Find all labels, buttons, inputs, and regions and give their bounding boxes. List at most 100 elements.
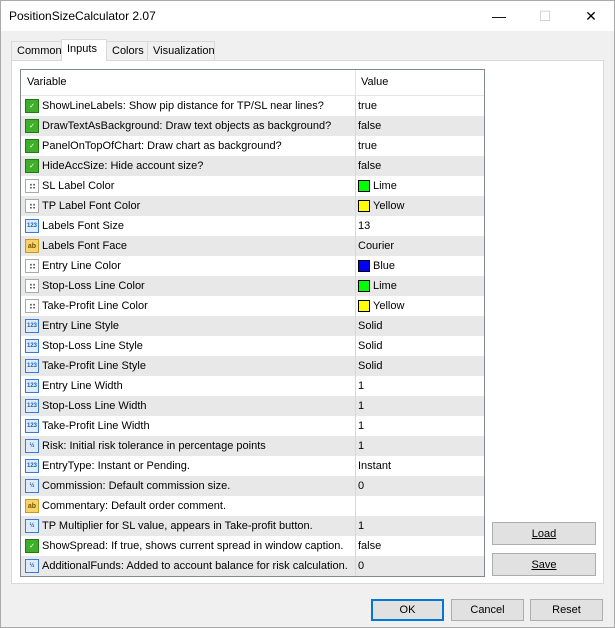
grid-row[interactable]: 123 Take-Profit Line Style Solid <box>21 356 484 376</box>
grid-rows: ✓ ShowLineLabels: Show pip distance for T… <box>21 96 484 576</box>
value-text: Solid <box>358 360 383 372</box>
variable-cell: ✓ ShowSpread: If true, shows current spre… <box>25 536 351 556</box>
cell-divider <box>355 256 356 276</box>
variable-name: Stop-Loss Line Color <box>42 280 145 292</box>
double-icon: ½ <box>25 439 39 453</box>
close-icon: ✕ <box>585 7 597 24</box>
variable-name: PanelOnTopOfChart: Draw chart as backgro… <box>42 140 282 152</box>
grid-row[interactable]: ½ AdditionalFunds: Added to account balan… <box>21 556 484 576</box>
close-button[interactable]: ✕ <box>568 1 614 31</box>
grid-row[interactable]: 123 Labels Font Size 13 <box>21 216 484 236</box>
value-cell[interactable]: 0 <box>358 476 478 496</box>
value-text: true <box>358 140 377 152</box>
cell-divider <box>355 476 356 496</box>
grid-row[interactable]: ✓ HideAccSize: Hide account size? false <box>21 156 484 176</box>
value-cell[interactable]: 1 <box>358 376 478 396</box>
ok-button[interactable]: OK <box>371 599 444 621</box>
variable-name: Labels Font Size <box>42 220 124 232</box>
variable-cell: ∷ SL Label Color <box>25 176 351 196</box>
value-cell[interactable]: true <box>358 96 478 116</box>
column-header-value[interactable]: Value <box>361 76 388 88</box>
value-cell[interactable]: 1 <box>358 516 478 536</box>
value-cell[interactable]: 1 <box>358 436 478 456</box>
reset-button[interactable]: Reset <box>530 599 603 621</box>
grid-row[interactable]: 123 Stop-Loss Line Width 1 <box>21 396 484 416</box>
value-cell[interactable]: Yellow <box>358 196 478 216</box>
value-cell[interactable]: 1 <box>358 416 478 436</box>
variable-cell: ab Labels Font Face <box>25 236 351 256</box>
grid-row[interactable]: ✓ DrawTextAsBackground: Draw text objects… <box>21 116 484 136</box>
value-text: Courier <box>358 240 395 252</box>
cancel-button[interactable]: Cancel <box>451 599 524 621</box>
grid-row[interactable]: ✓ ShowLineLabels: Show pip distance for T… <box>21 96 484 116</box>
double-icon: ½ <box>25 519 39 533</box>
dialog-window: PositionSizeCalculator 2.07 — ☐ ✕ Common… <box>0 0 615 628</box>
save-button[interactable]: Save <box>492 553 596 576</box>
tab-visualization[interactable]: Visualization <box>147 41 215 60</box>
value-cell[interactable]: false <box>358 536 478 556</box>
value-text: Solid <box>358 320 383 332</box>
value-cell[interactable]: 13 <box>358 216 478 236</box>
column-divider[interactable] <box>355 70 356 95</box>
grid-row[interactable]: ∷ Stop-Loss Line Color Lime <box>21 276 484 296</box>
value-text: false <box>358 120 382 132</box>
value-cell[interactable]: Yellow <box>358 296 478 316</box>
cell-divider <box>355 456 356 476</box>
grid-row[interactable]: 123 Take-Profit Line Width 1 <box>21 416 484 436</box>
grid-row[interactable]: ∷ SL Label Color Lime <box>21 176 484 196</box>
load-button-label: Load <box>531 527 557 540</box>
value-cell[interactable]: 1 <box>358 396 478 416</box>
value-cell[interactable] <box>358 496 478 516</box>
value-cell[interactable]: Solid <box>358 356 478 376</box>
grid-row[interactable]: 123 Entry Line Style Solid <box>21 316 484 336</box>
value-cell[interactable]: false <box>358 116 478 136</box>
cell-divider <box>355 556 356 576</box>
value-cell[interactable]: Lime <box>358 276 478 296</box>
tab-colors[interactable]: Colors <box>106 41 148 60</box>
tab-common[interactable]: Common <box>11 41 63 60</box>
value-cell[interactable]: 0 <box>358 556 478 576</box>
value-text: Lime <box>373 180 397 192</box>
grid-row[interactable]: 123 EntryType: Instant or Pending. Instant <box>21 456 484 476</box>
grid-row[interactable]: ✓ ShowSpread: If true, shows current spre… <box>21 536 484 556</box>
variable-cell: 123 Entry Line Width <box>25 376 351 396</box>
maximize-button: ☐ <box>522 1 568 31</box>
color-icon: ∷ <box>25 179 39 193</box>
value-cell[interactable]: Lime <box>358 176 478 196</box>
variable-name: Stop-Loss Line Style <box>42 340 143 352</box>
value-text: 1 <box>358 420 365 432</box>
value-text: 1 <box>358 440 365 452</box>
grid-row[interactable]: 123 Entry Line Width 1 <box>21 376 484 396</box>
grid-row[interactable]: ab Labels Font Face Courier <box>21 236 484 256</box>
column-header-variable[interactable]: Variable <box>27 76 67 88</box>
value-cell[interactable]: false <box>358 156 478 176</box>
tab-inputs[interactable]: Inputs <box>61 39 107 61</box>
color-swatch <box>358 180 370 192</box>
value-cell[interactable]: Solid <box>358 316 478 336</box>
load-button[interactable]: Load <box>492 522 596 545</box>
variable-cell: 123 Entry Line Style <box>25 316 351 336</box>
minimize-button[interactable]: — <box>476 1 522 31</box>
maximize-icon: ☐ <box>538 7 552 24</box>
variable-cell: ∷ Entry Line Color <box>25 256 351 276</box>
variable-name: DrawTextAsBackground: Draw text objects … <box>42 120 332 132</box>
variable-name: AdditionalFunds: Added to account balanc… <box>42 560 348 572</box>
grid-row[interactable]: ∷ Take-Profit Line Color Yellow <box>21 296 484 316</box>
grid-row[interactable]: ½ TP Multiplier for SL value, appears in … <box>21 516 484 536</box>
value-cell[interactable]: Solid <box>358 336 478 356</box>
grid-row[interactable]: 123 Stop-Loss Line Style Solid <box>21 336 484 356</box>
grid-row[interactable]: ∷ TP Label Font Color Yellow <box>21 196 484 216</box>
variable-cell: ∷ TP Label Font Color <box>25 196 351 216</box>
variable-cell: ab Commentary: Default order comment. <box>25 496 351 516</box>
value-cell[interactable]: Instant <box>358 456 478 476</box>
grid-row[interactable]: ab Commentary: Default order comment. <box>21 496 484 516</box>
value-cell[interactable]: true <box>358 136 478 156</box>
grid-row[interactable]: ∷ Entry Line Color Blue <box>21 256 484 276</box>
variable-name: EntryType: Instant or Pending. <box>42 460 190 472</box>
double-icon: ½ <box>25 559 39 573</box>
grid-row[interactable]: ✓ PanelOnTopOfChart: Draw chart as backgr… <box>21 136 484 156</box>
value-cell[interactable]: Courier <box>358 236 478 256</box>
grid-row[interactable]: ½ Risk: Initial risk tolerance in percent… <box>21 436 484 456</box>
grid-row[interactable]: ½ Commission: Default commission size. 0 <box>21 476 484 496</box>
value-cell[interactable]: Blue <box>358 256 478 276</box>
